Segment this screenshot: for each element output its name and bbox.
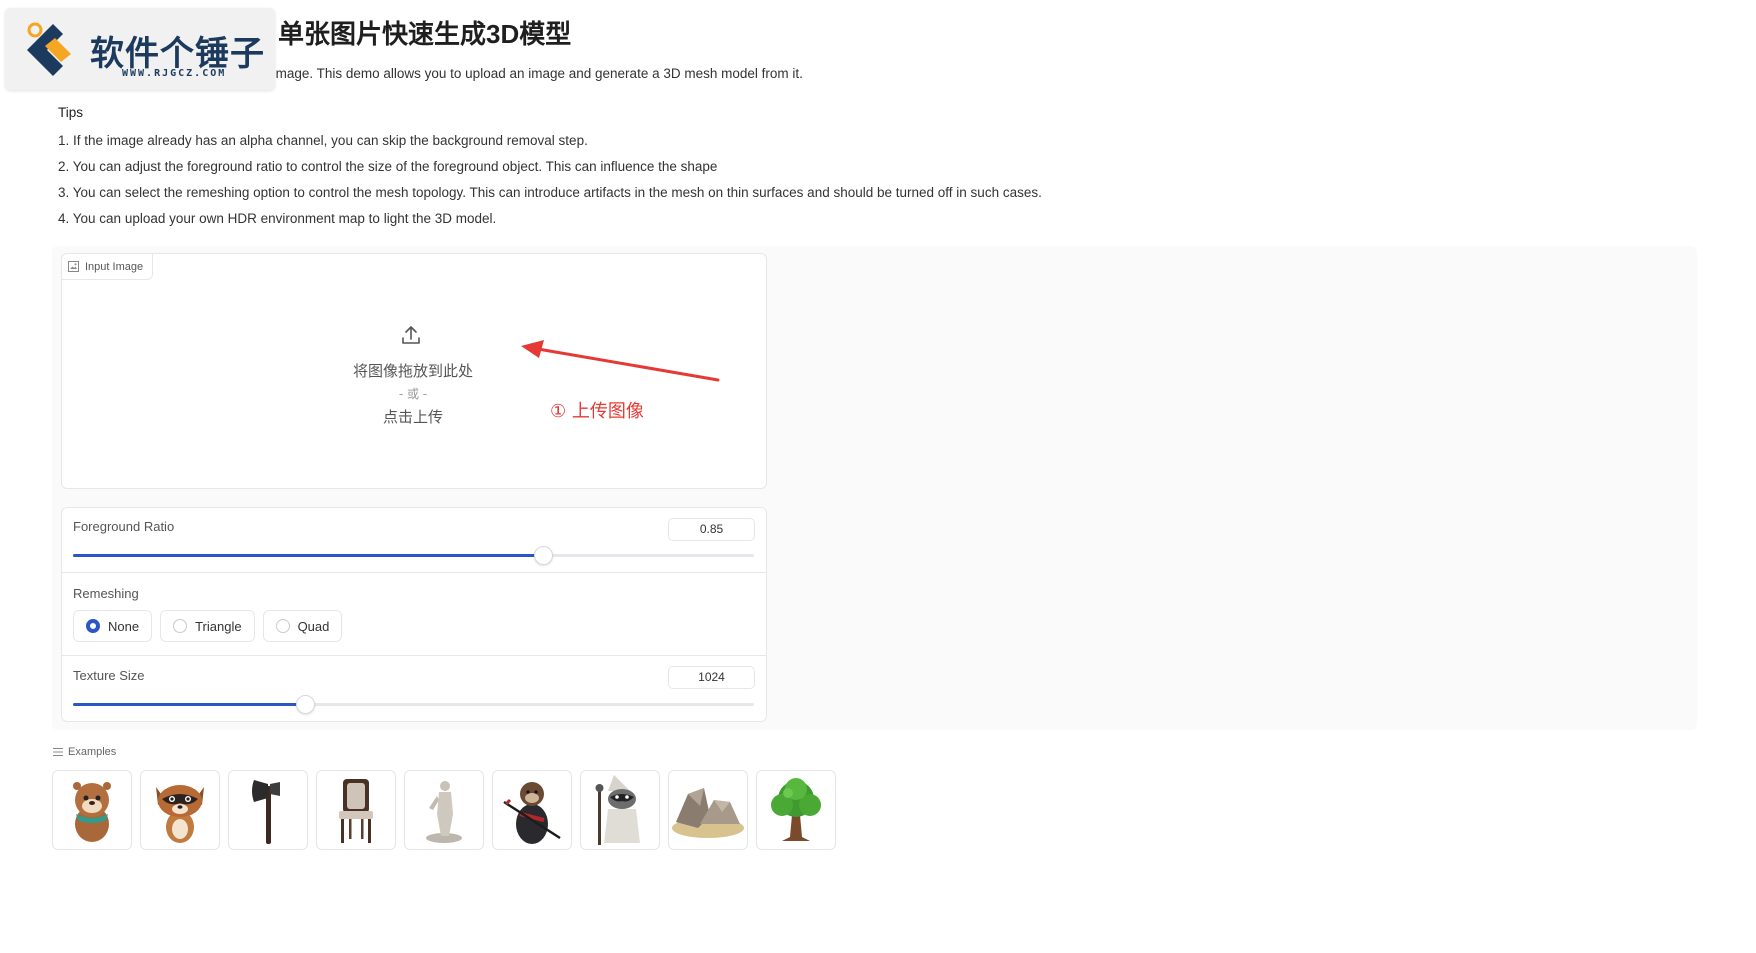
watermark-logo: 软件个锤子 WWW.RJGCZ.COM: [5, 8, 275, 90]
divider: [62, 655, 766, 656]
foreground-ratio-slider[interactable]: [73, 546, 754, 565]
example-rocks[interactable]: [668, 770, 748, 850]
remeshing-radio-group: None Triangle Quad: [73, 610, 343, 642]
tip-item: 1. If the image already has an alpha cha…: [58, 133, 588, 148]
slider-handle[interactable]: [295, 695, 315, 714]
tree-thumbnail-icon: [771, 778, 821, 841]
radio-unselected-icon[interactable]: [275, 619, 290, 633]
input-image-label-text: Input Image: [85, 260, 144, 273]
logo-url: WWW.RJGCZ.COM: [122, 68, 227, 79]
image-icon: [68, 261, 79, 272]
otter-thumbnail-icon: [73, 782, 111, 842]
tip-item: 4. You can upload your own HDR environme…: [58, 211, 497, 226]
input-image-label: Input Image: [61, 253, 154, 280]
slider-fill: [73, 703, 305, 706]
remeshing-label: Remeshing: [73, 586, 139, 601]
example-tree[interactable]: [756, 770, 836, 850]
examples-label: Examples: [68, 746, 117, 758]
annotation-arrow-icon: [521, 340, 720, 382]
radio-option-triangle[interactable]: Triangle: [160, 610, 255, 642]
radio-option-none[interactable]: None: [73, 610, 153, 642]
radio-option-label: Triangle: [195, 618, 242, 634]
tip-item: 3. You can select the remeshing option t…: [58, 185, 1042, 200]
radio-option-label: Quad: [297, 618, 330, 634]
example-axe[interactable]: [228, 770, 308, 850]
annotation-label: ① 上传图像: [550, 401, 644, 422]
page-title: 单张图片快速生成3D模型: [278, 19, 572, 49]
examples-header: Examples: [53, 746, 116, 758]
example-raccoon-wizard[interactable]: [580, 770, 660, 850]
examples-gallery: [52, 770, 836, 850]
tip-item: 2. You can adjust the foreground ratio t…: [58, 159, 718, 174]
example-chair[interactable]: [316, 770, 396, 850]
example-statue[interactable]: [404, 770, 484, 850]
raccoon-thumbnail-icon: [156, 785, 204, 843]
texture-size-label: Texture Size: [73, 668, 145, 683]
foreground-ratio-input[interactable]: 0.85: [668, 518, 755, 541]
texture-size-slider[interactable]: [73, 695, 754, 714]
samurai-thumbnail-icon: [503, 782, 561, 844]
slider-fill: [73, 554, 543, 557]
example-otter[interactable]: [52, 770, 132, 850]
radio-option-label: None: [108, 618, 140, 634]
foreground-ratio-label: Foreground Ratio: [73, 519, 175, 534]
tips-title: Tips: [58, 105, 84, 120]
list-icon: [53, 748, 63, 756]
tips-list: 1. If the image already has an alpha cha…: [58, 131, 1042, 235]
example-samurai-otter[interactable]: [492, 770, 572, 850]
radio-option-quad[interactable]: Quad: [262, 610, 343, 642]
axe-thumbnail-icon: [252, 780, 280, 844]
logo-icon: [27, 22, 71, 76]
settings-panel: Foreground Ratio 0.85 Remeshing None Tri…: [61, 507, 767, 722]
or-text: - 或 -: [398, 387, 428, 401]
click-upload-text[interactable]: 点击上传: [300, 406, 526, 427]
radio-unselected-icon[interactable]: [173, 619, 188, 633]
texture-size-input[interactable]: 1024: [668, 666, 755, 689]
upload-icon: [402, 326, 420, 344]
statue-thumbnail-icon: [426, 781, 462, 843]
radio-selected-icon[interactable]: [86, 619, 100, 633]
example-raccoon[interactable]: [140, 770, 220, 850]
slider-handle[interactable]: [533, 546, 553, 565]
rocks-thumbnail-icon: [672, 788, 744, 838]
wizard-thumbnail-icon: [595, 775, 640, 845]
drop-text: 将图像拖放到此处: [352, 362, 473, 380]
divider: [62, 572, 766, 573]
chair-thumbnail-icon: [339, 779, 373, 843]
